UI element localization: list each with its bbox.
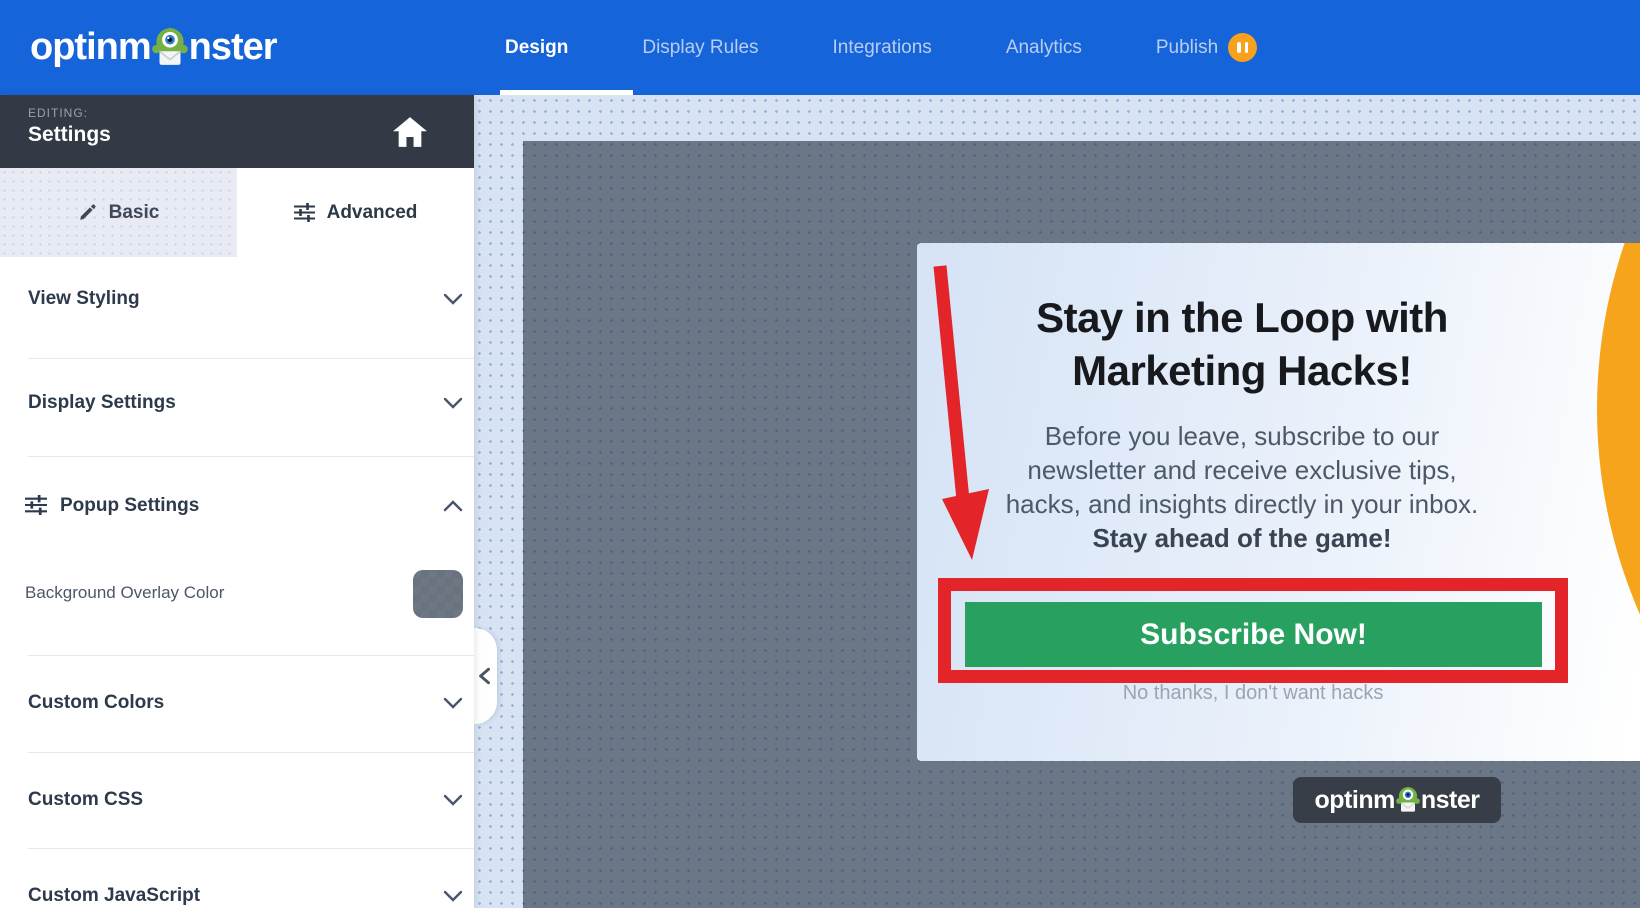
section-label: Custom JavaScript [28, 885, 200, 907]
tab-design[interactable]: Design [505, 37, 568, 59]
tab-basic-label: Basic [109, 202, 160, 224]
section-label: Display Settings [28, 392, 176, 414]
chevron-down-icon[interactable] [443, 397, 463, 409]
editing-label: EDITING: [28, 106, 88, 120]
chevron-down-icon[interactable] [443, 293, 463, 305]
settings-sidebar: EDITING: Settings Basic Advanced View St… [0, 95, 474, 908]
sidebar-collapse-handle[interactable] [474, 628, 497, 724]
sliders-icon [25, 495, 47, 515]
tab-advanced-label: Advanced [327, 202, 418, 224]
divider [28, 752, 474, 753]
chevron-left-icon [477, 667, 491, 685]
chevron-up-icon[interactable] [443, 500, 463, 512]
divider [28, 848, 474, 849]
logo-text-right: nster [189, 26, 277, 69]
divider [28, 358, 474, 359]
popup-body-text: Before you leave, subscribe to our newsl… [992, 419, 1492, 555]
optinmonster-branding-badge[interactable]: optinm nster [1293, 777, 1501, 823]
popup-heading: Stay in the Loop with Marketing Hacks! [952, 291, 1532, 397]
popup-preview[interactable]: Stay in the Loop with Marketing Hacks! B… [917, 243, 1640, 761]
divider [28, 655, 474, 656]
chevron-down-icon[interactable] [443, 794, 463, 806]
section-label: Custom CSS [28, 789, 143, 811]
dismiss-link[interactable]: No thanks, I don't want hacks [938, 682, 1568, 705]
tab-advanced[interactable]: Advanced [237, 168, 474, 257]
popup-body-bold: Stay ahead of the game! [1092, 523, 1391, 553]
section-label: Popup Settings [60, 495, 199, 517]
sidebar-header: EDITING: Settings [0, 95, 474, 168]
section-label: Custom Colors [28, 692, 164, 714]
preview-canvas: Stay in the Loop with Marketing Hacks! B… [474, 95, 1640, 908]
tab-basic[interactable]: Basic [0, 168, 237, 257]
background-overlay-color-swatch[interactable] [413, 570, 463, 618]
divider [28, 456, 474, 457]
chevron-down-icon[interactable] [443, 890, 463, 902]
logo-text-left: optinm [30, 26, 151, 69]
tab-display-rules[interactable]: Display Rules [642, 37, 758, 59]
home-icon[interactable] [393, 117, 427, 147]
sliders-icon [294, 203, 315, 222]
monster-icon [1394, 785, 1422, 813]
main-nav: Design Display Rules Integrations Analyt… [505, 0, 1257, 95]
tab-publish[interactable]: Publish [1156, 33, 1257, 62]
optinmonster-logo[interactable]: optinm nster [30, 0, 277, 95]
editing-target: Settings [28, 123, 111, 147]
monster-icon [149, 25, 191, 67]
pencil-icon [78, 203, 97, 222]
badge-text-left: optinm [1315, 786, 1395, 815]
tab-publish-label: Publish [1156, 37, 1218, 59]
section-label: View Styling [28, 288, 140, 310]
accent-circle [1597, 243, 1640, 761]
background-overlay-color-label: Background Overlay Color [25, 583, 224, 603]
pause-icon [1228, 33, 1257, 62]
chevron-down-icon[interactable] [443, 697, 463, 709]
app-header: optinm nster Design Display Rules Integr… [0, 0, 1640, 95]
sidebar-tabs: Basic Advanced [0, 168, 474, 257]
badge-text-right: nster [1421, 786, 1480, 815]
tab-analytics[interactable]: Analytics [1006, 37, 1082, 59]
popup-body-regular: Before you leave, subscribe to our newsl… [1006, 421, 1479, 519]
subscribe-button[interactable]: Subscribe Now! [965, 602, 1542, 667]
tab-integrations[interactable]: Integrations [833, 37, 932, 59]
